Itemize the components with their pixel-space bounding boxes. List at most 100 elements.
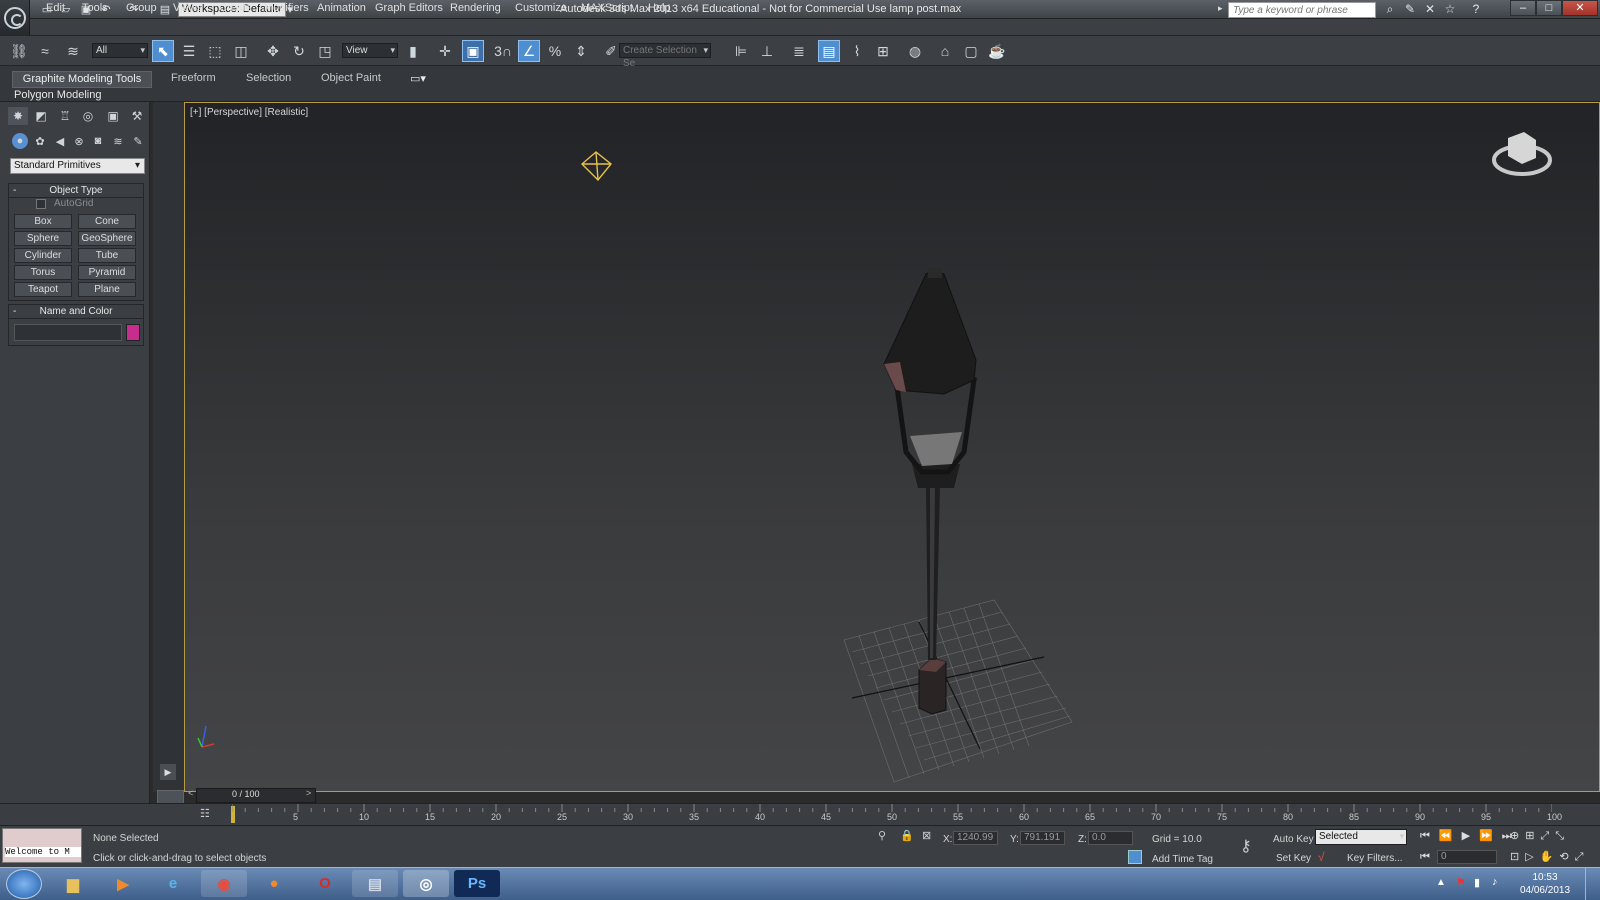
infocenter-arrow-icon[interactable]: ▸ — [1218, 3, 1223, 14]
ribbon-options-icon[interactable]: ▭▾ — [410, 72, 426, 87]
lights-icon[interactable]: ◀ — [52, 133, 68, 149]
app-window-taskbar-icon[interactable]: ▤ — [352, 870, 398, 897]
systems-icon[interactable]: ✎ — [130, 133, 146, 149]
key-filters-button[interactable]: Key Filters... — [1347, 853, 1403, 864]
show-desktop-button[interactable] — [1585, 867, 1600, 900]
menu-edit[interactable]: Edit — [46, 2, 65, 14]
keyboard-shortcut-override-icon[interactable]: ▣ — [462, 40, 484, 62]
utilities-tab-icon[interactable]: ⚒ — [127, 107, 147, 125]
communication-icon[interactable]: ✕ — [1422, 2, 1438, 17]
z-coord-field[interactable]: 0.0 — [1088, 831, 1133, 845]
align-icon[interactable]: ⊥ — [756, 40, 778, 62]
object-name-input[interactable] — [14, 324, 122, 341]
menu-group[interactable]: Group — [126, 2, 157, 14]
pivot-center-icon[interactable]: ▮ — [402, 40, 424, 62]
object-type-header[interactable]: - Object Type — [9, 184, 143, 198]
pyramid-button[interactable]: Pyramid — [78, 265, 136, 280]
explorer-taskbar-icon[interactable]: ▆ — [50, 870, 96, 897]
viewport-navigation-controls[interactable]: ⊕⊞⤢⤡ — [1510, 829, 1570, 843]
angle-snap-icon[interactable]: ∠ — [518, 40, 540, 62]
primitive-category-dropdown[interactable]: Standard Primitives — [10, 158, 145, 174]
cone-button[interactable]: Cone — [78, 214, 136, 229]
go-to-start-icon[interactable]: ⏮ — [1420, 851, 1430, 864]
internet-explorer-taskbar-icon[interactable]: e — [150, 870, 196, 897]
menu-views[interactable]: Views — [173, 2, 202, 14]
render-production-icon[interactable]: ☕ — [986, 40, 1008, 62]
time-slider-prev-icon[interactable]: < — [188, 788, 193, 798]
help-icon[interactable]: ? — [1468, 2, 1484, 17]
absolute-mode-icon[interactable]: ⊠ — [922, 829, 931, 842]
window-crossing-icon[interactable]: ◫ — [230, 40, 252, 62]
collapse-icon[interactable]: - — [13, 184, 16, 197]
time-tag-icon[interactable] — [1128, 850, 1142, 864]
selection-lock-icon[interactable]: 🔒 — [900, 829, 914, 842]
viewport-navigation-controls-2[interactable]: ⊡▷✋⟲⤢ — [1510, 850, 1589, 864]
key-mode-dropdown[interactable]: Selected — [1315, 829, 1407, 845]
panel-polygon-modeling[interactable]: Polygon Modeling — [14, 89, 101, 101]
firefox-taskbar-icon[interactable]: ● — [251, 870, 297, 897]
unlink-icon[interactable]: ≈ — [34, 40, 56, 62]
select-and-rotate-icon[interactable]: ↻ — [288, 40, 310, 62]
bind-space-warp-icon[interactable]: ≋ — [62, 40, 84, 62]
selection-filter-dropdown[interactable]: All — [92, 43, 148, 58]
3dsmax-taskbar-icon[interactable]: ◎ — [403, 870, 449, 897]
object-color-swatch[interactable] — [126, 324, 140, 341]
select-and-link-icon[interactable]: ⛓ — [8, 40, 30, 62]
search-input[interactable]: Type a keyword or phrase — [1228, 2, 1376, 18]
create-tab-icon[interactable]: ✸ — [8, 107, 28, 125]
snaps-toggle-icon[interactable]: 3 ∩ — [492, 40, 514, 62]
start-button[interactable] — [6, 869, 42, 899]
isolate-selection-icon[interactable]: ⚲ — [878, 829, 886, 842]
layer-manager-icon[interactable]: ≣ — [788, 40, 810, 62]
torus-button[interactable]: Torus — [14, 265, 72, 280]
select-and-scale-icon[interactable]: ◳ — [314, 40, 336, 62]
geosphere-button[interactable]: GeoSphere — [78, 231, 136, 246]
teapot-button[interactable]: Teapot — [14, 282, 72, 297]
default-tangent-icon[interactable]: √ — [1318, 850, 1325, 864]
media-player-taskbar-icon[interactable]: ▶ — [100, 870, 146, 897]
expand-panel-icon[interactable]: ▶ — [160, 764, 176, 780]
menu-modifiers[interactable]: Modifiers — [264, 2, 309, 14]
viewcube-icon[interactable] — [1492, 132, 1552, 176]
x-coord-field[interactable]: 1240.99 — [953, 831, 998, 845]
graphite-toggle-icon[interactable]: ▤ — [818, 40, 840, 62]
favorites-star-icon[interactable]: ☆ — [1442, 2, 1458, 17]
opera-taskbar-icon[interactable]: O — [302, 870, 348, 897]
menu-graph-editors[interactable]: Graph Editors — [375, 2, 443, 14]
chrome-taskbar-icon[interactable]: ◉ — [201, 870, 247, 897]
shapes-icon[interactable]: ✿ — [32, 133, 48, 149]
modify-tab-icon[interactable]: ◩ — [31, 107, 51, 125]
add-time-tag[interactable]: Add Time Tag — [1152, 854, 1213, 865]
volume-icon[interactable]: ♪ — [1492, 876, 1498, 888]
minimize-button[interactable]: – — [1510, 0, 1536, 16]
hierarchy-tab-icon[interactable]: ♖ — [55, 107, 75, 125]
tab-selection[interactable]: Selection — [246, 72, 291, 87]
y-coord-field[interactable]: 791.191 — [1020, 831, 1065, 845]
tab-graphite-modeling-tools[interactable]: Graphite Modeling Tools — [12, 71, 152, 88]
reference-coordinate-dropdown[interactable]: View — [342, 43, 398, 58]
menu-animation[interactable]: Animation — [317, 2, 366, 14]
named-selection-dropdown[interactable]: Create Selection Se — [619, 43, 711, 69]
current-frame-field[interactable]: 0 — [1437, 850, 1497, 864]
time-slider-next-icon[interactable]: > — [306, 788, 311, 798]
material-editor-icon[interactable]: ◍ — [904, 40, 926, 62]
menu-customize[interactable]: Customize — [515, 2, 567, 14]
helpers-icon[interactable]: ◙ — [90, 133, 106, 149]
photoshop-taskbar-icon[interactable]: Ps — [454, 870, 500, 897]
auto-key-button[interactable]: Auto Key — [1273, 834, 1314, 845]
cylinder-button[interactable]: Cylinder — [14, 248, 72, 263]
maximize-button[interactable]: □ — [1536, 0, 1562, 16]
set-key-button[interactable]: Set Key — [1276, 853, 1311, 864]
display-tab-icon[interactable]: ▣ — [103, 107, 123, 125]
network-icon[interactable]: ▮ — [1474, 876, 1480, 889]
autogrid-checkbox[interactable] — [36, 199, 46, 209]
schematic-view-icon[interactable]: ⊞ — [872, 40, 894, 62]
app-logo-button[interactable] — [0, 0, 30, 36]
menu-help[interactable]: Help — [648, 2, 671, 14]
close-button[interactable]: ✕ — [1562, 0, 1598, 16]
plane-button[interactable]: Plane — [78, 282, 136, 297]
cameras-icon[interactable]: ⊗ — [71, 133, 87, 149]
name-and-color-header[interactable]: - Name and Color — [9, 305, 143, 319]
select-and-move-icon[interactable]: ✥ — [262, 40, 284, 62]
manipulate-icon[interactable]: ✛ — [434, 40, 456, 62]
